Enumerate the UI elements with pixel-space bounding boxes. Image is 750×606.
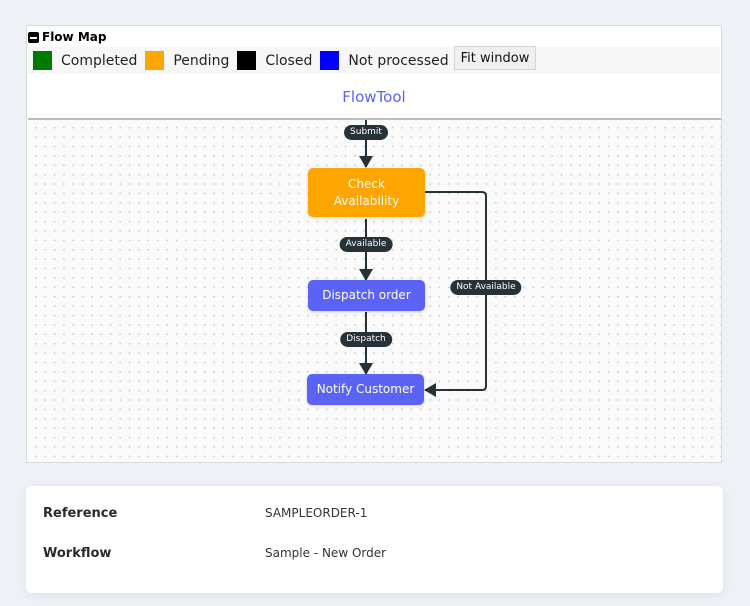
legend: Completed Pending Closed Not processed F… — [28, 46, 720, 74]
edge-label-not-available: Not Available — [450, 280, 522, 295]
flow-map-panel: Flow Map Completed Pending Closed Not pr… — [26, 25, 722, 463]
detail-row-reference: Reference SAMPLEORDER-1 — [43, 506, 367, 521]
panel-title: Flow Map — [42, 30, 107, 44]
fit-window-button[interactable]: Fit window — [453, 46, 537, 70]
closed-swatch-icon — [237, 51, 257, 70]
detail-key: Reference — [43, 506, 118, 521]
detail-value: SAMPLEORDER-1 — [265, 506, 368, 520]
legend-label: Not processed — [348, 52, 449, 69]
detail-row-workflow: Workflow Sample - New Order — [43, 546, 386, 561]
legend-item-pending: Pending — [145, 51, 232, 70]
tool-title: FlowTool — [342, 88, 406, 106]
legend-item-completed: Completed — [33, 51, 140, 70]
node-check-availability[interactable]: Check Availability — [308, 168, 425, 217]
collapse-icon[interactable] — [28, 31, 39, 43]
legend-item-not-processed: Not processed — [320, 51, 451, 70]
panel-header[interactable]: Flow Map — [28, 28, 106, 46]
pending-swatch-icon — [145, 51, 165, 70]
node-label: Notify Customer — [316, 382, 415, 396]
detail-key: Workflow — [43, 546, 112, 561]
flow-canvas[interactable]: Check Availability Dispatch order Notify… — [28, 118, 721, 462]
node-dispatch-order[interactable]: Dispatch order — [308, 280, 425, 311]
node-label: Dispatch order — [322, 288, 411, 302]
node-notify-customer[interactable]: Notify Customer — [307, 374, 424, 405]
node-label: Check Availability — [333, 176, 400, 208]
legend-label: Completed — [61, 52, 138, 69]
completed-swatch-icon — [33, 51, 52, 70]
edge-label-available: Available — [339, 237, 393, 252]
legend-item-closed: Closed — [237, 51, 315, 70]
edge-label-submit: Submit — [344, 125, 388, 140]
legend-label: Pending — [173, 52, 230, 69]
details-card: Reference SAMPLEORDER-1 Workflow Sample … — [26, 486, 723, 593]
legend-label: Closed — [265, 52, 313, 69]
not-processed-swatch-icon — [320, 51, 340, 70]
detail-value: Sample - New Order — [265, 546, 387, 560]
edge-label-dispatch: Dispatch — [340, 332, 392, 347]
